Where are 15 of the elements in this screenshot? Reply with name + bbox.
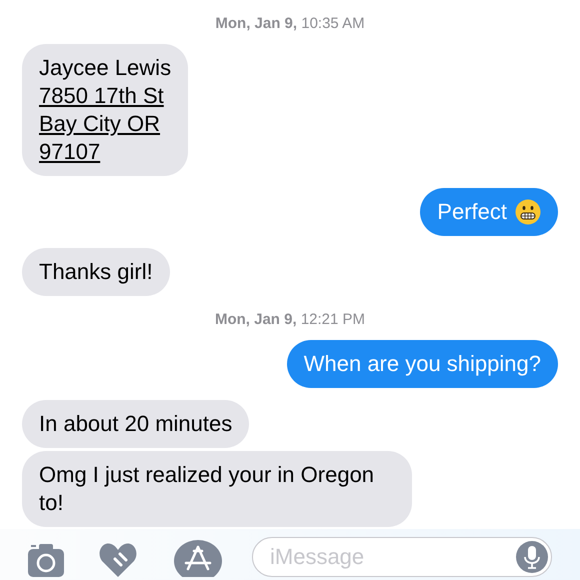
message-text: In about 20 minutes [39,410,232,438]
address-link[interactable]: 97107 [39,138,172,166]
message-text: Jaycee Lewis [39,54,172,82]
address-link[interactable]: 7850 17th St [39,82,172,110]
message-text: When are you shipping? [304,350,541,378]
microphone-icon[interactable] [516,541,548,573]
address-link[interactable]: Bay City OR [39,110,172,138]
grimacing-emoji-icon [515,199,541,225]
message-input-field[interactable]: iMessage [252,537,552,577]
message-text: Omg I just realized your in Oregon to! [39,461,376,517]
timestamp: Mon, Jan 9, 12:21 PM [214,311,366,328]
message-text: Thanks girl! [39,258,153,286]
message-text: Perfect [437,198,507,226]
app-store-icon[interactable] [174,537,222,577]
timestamp: Mon, Jan 9, 10:35 AM [215,15,365,32]
